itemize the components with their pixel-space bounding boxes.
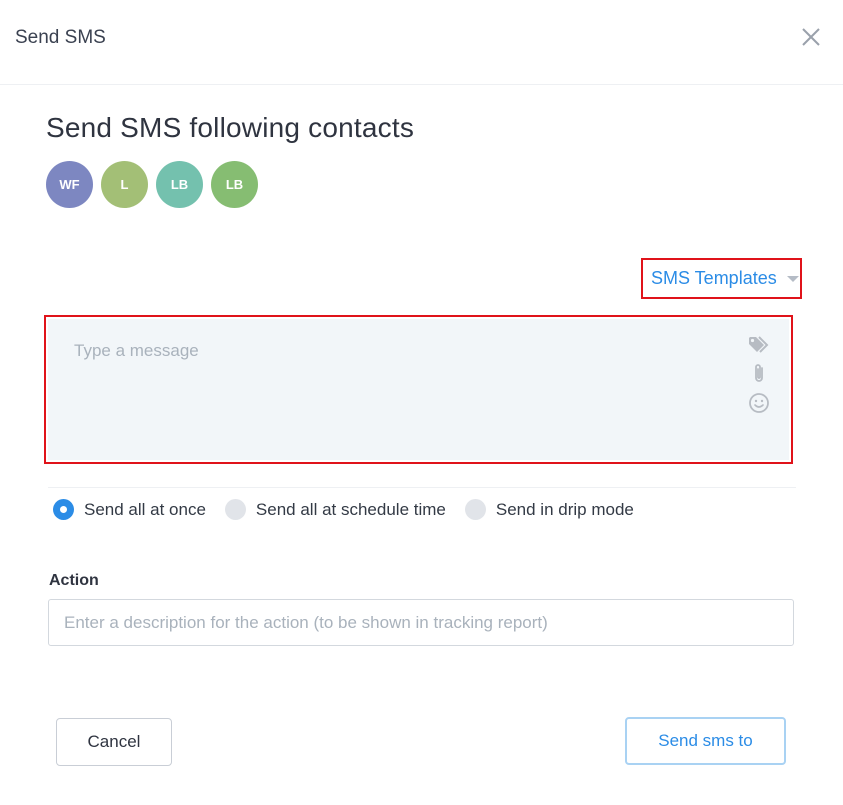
close-icon: [801, 27, 821, 52]
avatar[interactable]: WF: [46, 161, 93, 208]
sms-templates-label: SMS Templates: [651, 268, 777, 288]
send-at-schedule-time-option[interactable]: Send all at schedule time: [224, 499, 446, 520]
paperclip-icon[interactable]: [748, 362, 770, 386]
page-title: Send SMS following contacts: [46, 112, 415, 143]
action-label: Action: [49, 572, 99, 589]
message-area: [48, 319, 789, 460]
message-input[interactable]: [74, 341, 714, 441]
smiley-icon[interactable]: [748, 391, 770, 415]
message-tools: [748, 333, 770, 415]
sms-templates-dropdown[interactable]: SMS Templates: [641, 258, 802, 299]
contact-avatars: WF L LB LB: [46, 161, 258, 208]
radio-button[interactable]: [224, 499, 246, 520]
modal-title: Send SMS: [15, 27, 106, 48]
close-button[interactable]: [796, 24, 826, 54]
radio-label: Send all at once: [84, 499, 206, 519]
cancel-button[interactable]: Cancel: [56, 718, 172, 766]
send-mode-group: Send all at once Send all at schedule ti…: [53, 499, 653, 520]
radio-label: Send in drip mode: [495, 499, 634, 519]
send-all-at-once-option[interactable]: Send all at once: [53, 499, 206, 520]
modal-header: Send SMS: [0, 0, 843, 85]
divider: [48, 487, 796, 488]
send-in-drip-mode-option[interactable]: Send in drip mode: [464, 499, 634, 520]
avatar[interactable]: LB: [156, 161, 203, 208]
message-box: [44, 315, 793, 464]
avatar[interactable]: LB: [211, 161, 258, 208]
radio-button[interactable]: [464, 499, 486, 520]
radio-button-checked[interactable]: [53, 499, 74, 520]
chevron-down-icon: [786, 275, 799, 282]
tag-icon[interactable]: [748, 333, 770, 357]
avatar[interactable]: L: [101, 161, 148, 208]
send-sms-button[interactable]: Send sms to: [625, 717, 786, 765]
action-description-input[interactable]: [48, 599, 794, 646]
radio-label: Send all at schedule time: [255, 499, 446, 519]
